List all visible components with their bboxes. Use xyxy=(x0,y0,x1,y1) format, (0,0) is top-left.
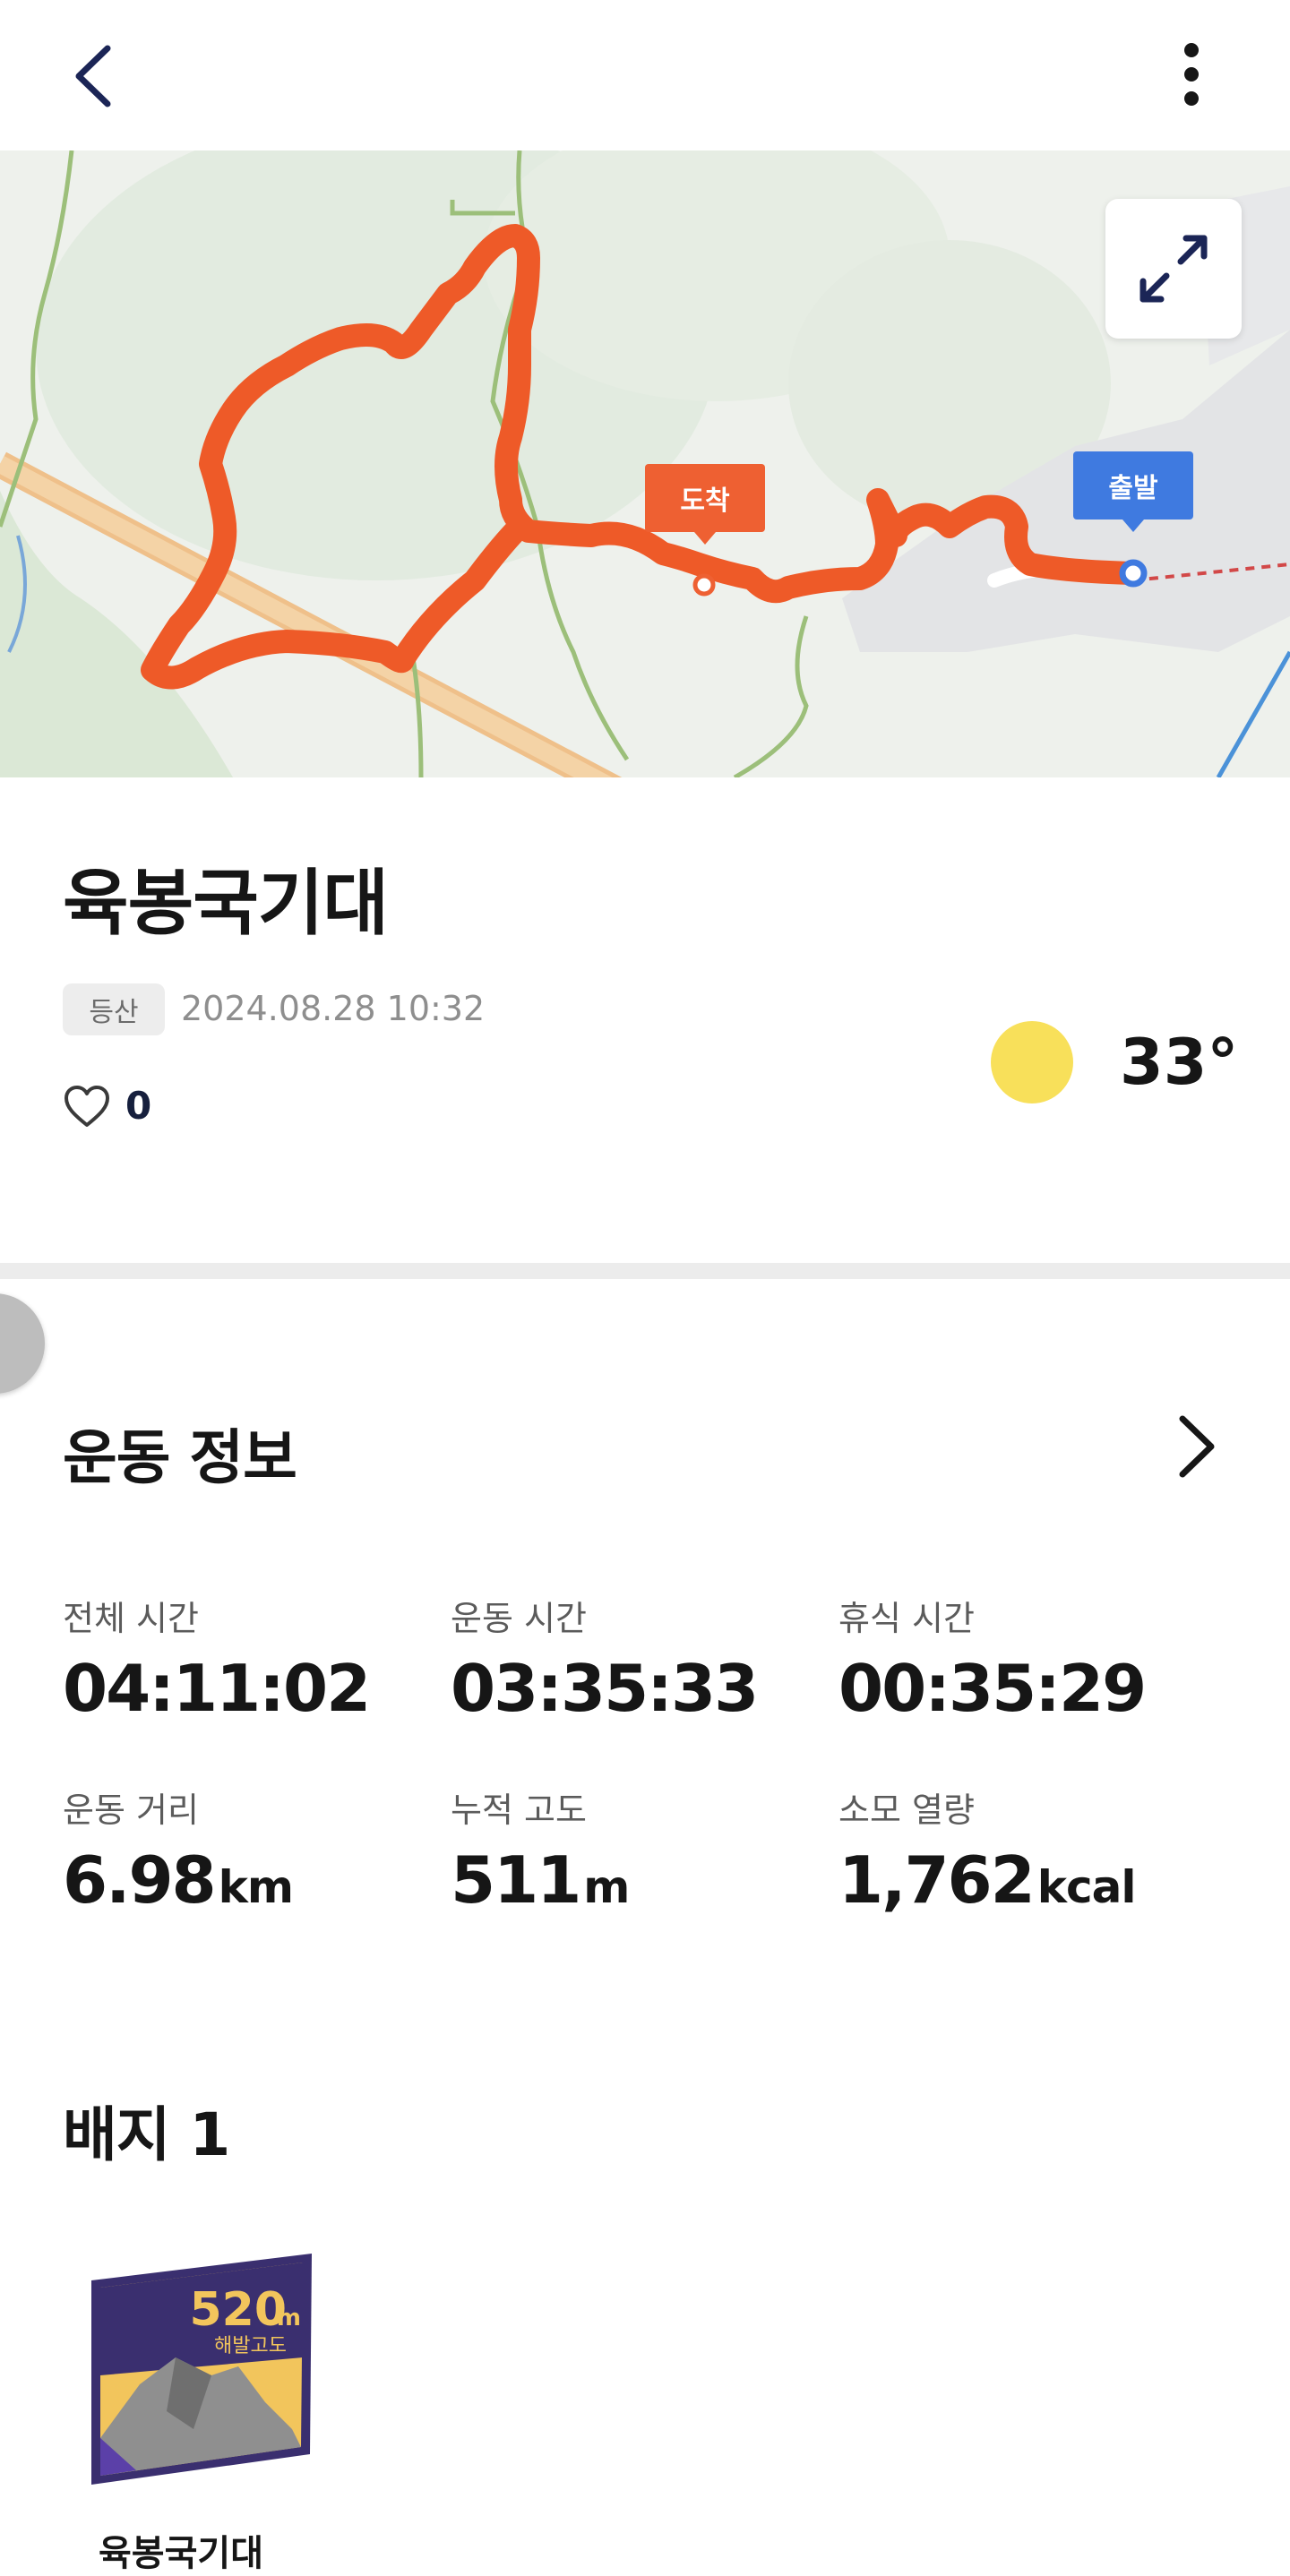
chevron-right-icon xyxy=(1179,1415,1215,1478)
badge-caption: 육봉국기대 xyxy=(99,2533,263,2574)
sun-icon xyxy=(991,1021,1073,1103)
like-count: 0 xyxy=(125,1084,152,1128)
badge-altitude: 520 xyxy=(189,2283,287,2337)
arrival-label: 도착 xyxy=(680,485,730,517)
section-divider xyxy=(0,1263,1290,1279)
stat-label: 운동 거리 xyxy=(63,1790,199,1830)
activity-title: 육봉국기대 xyxy=(63,862,389,945)
stat-number: 6.98 xyxy=(63,1842,217,1918)
badge-altitude-unit: m xyxy=(277,2305,301,2331)
activity-datetime: 2024.08.28 10:32 xyxy=(181,989,486,1028)
stat-exercise-time: 운동 시간 03:35:33 xyxy=(451,1591,759,1726)
more-options-button[interactable] xyxy=(1156,36,1227,116)
stat-value: 1,762kcal xyxy=(838,1842,1137,1918)
expand-arrows-icon xyxy=(1140,235,1208,303)
stat-number: 04:11:02 xyxy=(63,1651,371,1726)
stat-label: 휴식 시간 xyxy=(838,1599,975,1638)
stat-label: 운동 시간 xyxy=(451,1599,587,1638)
stat-calories: 소모 열량 1,762kcal xyxy=(838,1782,1137,1918)
stat-distance: 운동 거리 6.98km xyxy=(63,1782,294,1918)
route-map[interactable]: 도착 출발 xyxy=(0,150,1290,777)
like-button[interactable] xyxy=(63,1084,111,1130)
stat-value: 6.98km xyxy=(63,1842,294,1918)
stat-number: 1,762 xyxy=(838,1842,1036,1918)
badge-card[interactable]: 520 m 해발고도 xyxy=(86,2250,315,2486)
back-button[interactable] xyxy=(63,36,134,116)
start-label: 출발 xyxy=(1108,473,1158,504)
stat-label: 소모 열량 xyxy=(838,1790,975,1830)
top-app-bar xyxy=(0,0,1290,150)
stat-unit: kcal xyxy=(1036,1861,1137,1913)
stat-value: 04:11:02 xyxy=(63,1651,371,1726)
badges-title: 배지 1 xyxy=(63,2100,230,2169)
stat-number: 511 xyxy=(451,1842,581,1918)
stat-number: 00:35:29 xyxy=(838,1651,1147,1726)
side-handle-button[interactable] xyxy=(0,1293,45,1394)
chevron-left-icon xyxy=(75,45,111,107)
arrival-marker: 도착 xyxy=(645,464,765,545)
start-marker: 출발 xyxy=(1073,451,1193,532)
stat-unit: m xyxy=(583,1861,630,1913)
badge-subtitle: 해발고도 xyxy=(214,2335,287,2357)
stat-label: 전체 시간 xyxy=(63,1599,199,1638)
activity-type-label: 등산 xyxy=(89,997,139,1028)
stat-value: 03:35:33 xyxy=(451,1651,759,1726)
expand-map-button[interactable] xyxy=(1105,199,1242,339)
activity-type-badge: 등산 xyxy=(63,983,165,1035)
stat-number: 03:35:33 xyxy=(451,1651,759,1726)
stat-label: 누적 고도 xyxy=(451,1790,587,1830)
heart-outline-icon xyxy=(64,1086,109,1127)
exercise-info-title: 운동 정보 xyxy=(63,1423,297,1492)
stat-rest-time: 휴식 시간 00:35:29 xyxy=(838,1591,1147,1726)
exercise-info-detail-button[interactable] xyxy=(1165,1406,1227,1487)
stat-value: 511m xyxy=(451,1842,630,1918)
stat-total-time: 전체 시간 04:11:02 xyxy=(63,1591,371,1726)
vertical-dots-icon xyxy=(1184,43,1199,106)
stat-value: 00:35:29 xyxy=(838,1651,1147,1726)
mountain-badge-icon: 520 m 해발고도 xyxy=(91,2254,312,2485)
stat-unit: km xyxy=(218,1861,294,1913)
stat-elevation-gain: 누적 고도 511m xyxy=(451,1782,630,1918)
temperature: 33° xyxy=(1120,1026,1239,1099)
